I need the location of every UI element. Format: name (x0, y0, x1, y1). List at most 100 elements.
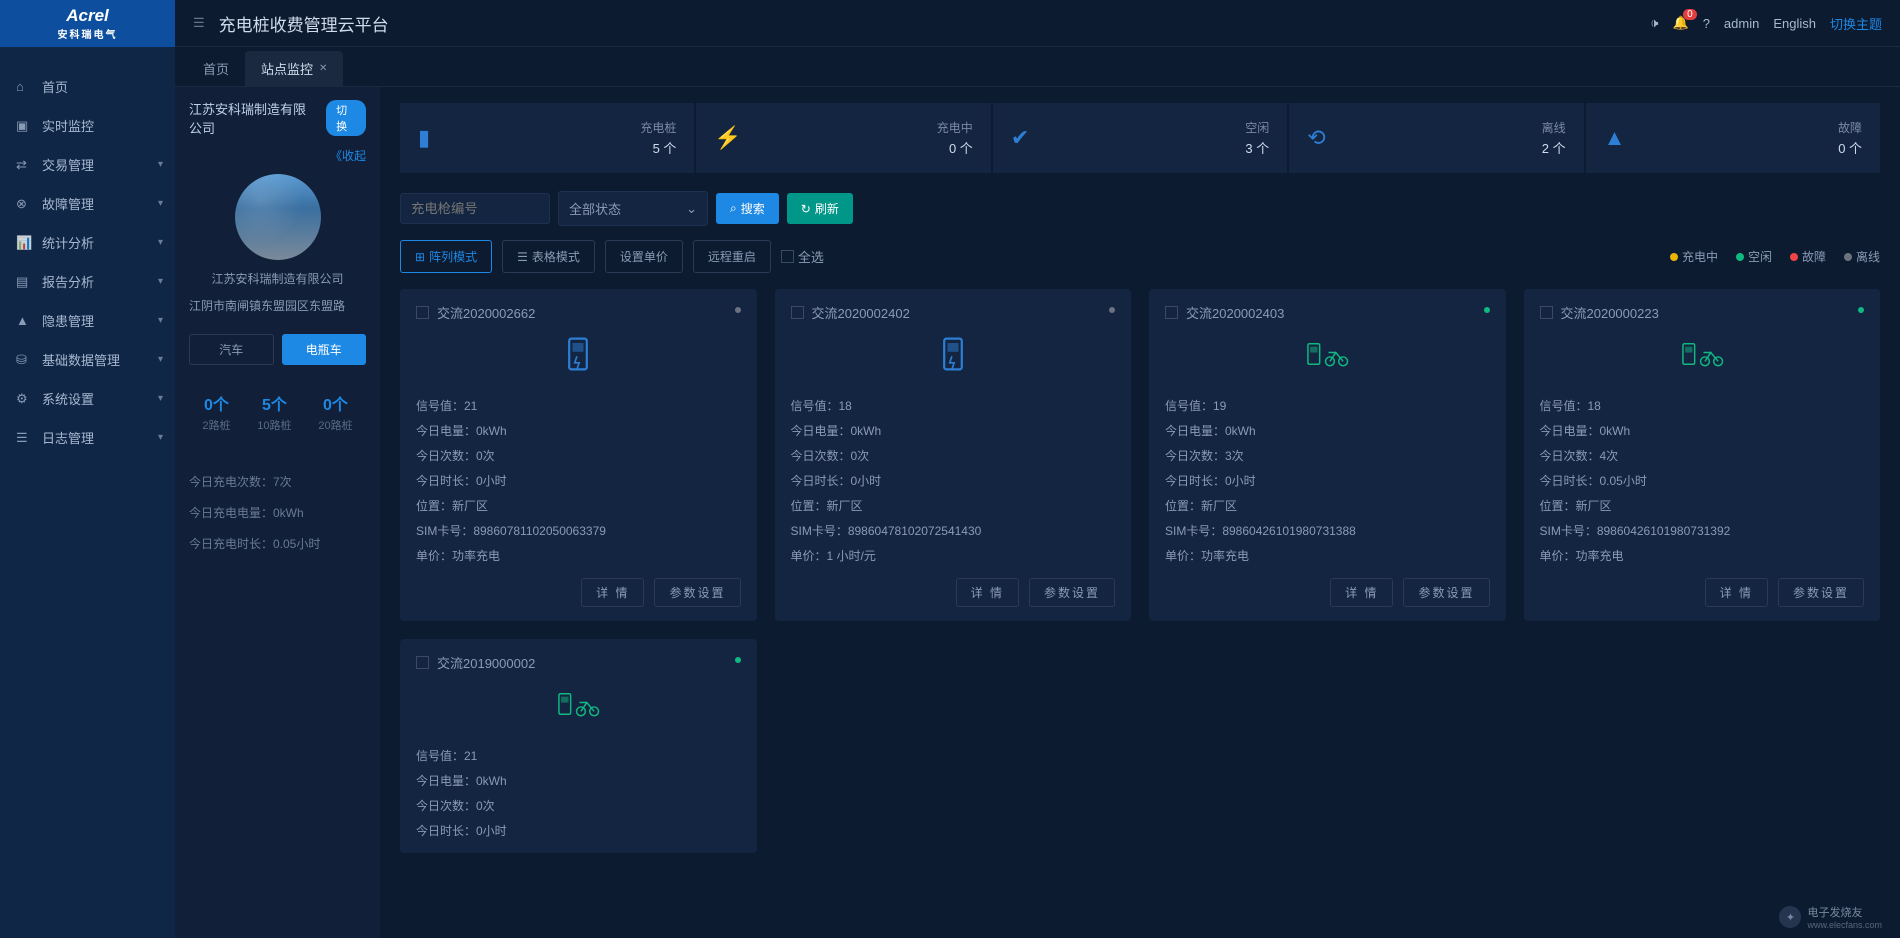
company-image (235, 174, 321, 260)
page-tabs: 首页 站点监控 ✕ (175, 47, 1900, 87)
param-button[interactable]: 参数设置 (1403, 578, 1489, 607)
sub-company-name: 江苏安科瑞制造有限公司 (189, 270, 366, 287)
table-mode-button[interactable]: ☰ 表格模式 (502, 240, 595, 273)
device-checkbox[interactable] (1165, 306, 1178, 319)
log-icon: ☰ (16, 430, 32, 446)
chevron-down-icon: ▾ (158, 432, 163, 443)
device-info: 信号值：19今日电量：0kWh今日次数：3次今日时长：0小时位置：新厂区SIM卡… (1165, 397, 1490, 564)
collapse-panel-button[interactable]: 《收起 (189, 147, 366, 164)
param-button[interactable]: 参数设置 (1778, 578, 1864, 607)
switch-company-button[interactable]: 切换 (326, 100, 366, 136)
stat-card-alert: ▲ 故障0 个 (1586, 103, 1880, 173)
device-info: 信号值：21今日电量：0kWh今日次数：0次今日时长：0小时位置：新厂区SIM卡… (416, 397, 741, 564)
chevron-down-icon: ⌄ (686, 201, 697, 217)
route-stat: 5个10路桩 (257, 391, 291, 433)
nav-settings[interactable]: ⚙ 系统设置 ▾ (0, 379, 175, 418)
device-icon (416, 332, 741, 379)
device-info: 信号值：18今日电量：0kWh今日次数：0次今日时长：0小时位置：新厂区SIM卡… (791, 397, 1116, 564)
device-icon (416, 682, 741, 729)
check-icon: ✔ (1011, 125, 1029, 151)
device-card: 交流2020002402 信号值：18今日电量：0kWh今日次数：0次今日时长：… (775, 289, 1132, 621)
vehicle-tab[interactable]: 电瓶车 (282, 334, 367, 365)
chevron-down-icon: ▾ (158, 393, 163, 404)
route-stat: 0个20路桩 (318, 391, 352, 433)
chevron-down-icon: ▾ (158, 276, 163, 287)
nav-log[interactable]: ☰ 日志管理 ▾ (0, 418, 175, 457)
help-icon[interactable]: ? (1703, 16, 1710, 31)
param-button[interactable]: 参数设置 (654, 578, 740, 607)
topbar: ☰ 充电桩收费管理云平台 🕩 🔔 0 ? admin English 切换主题 (175, 0, 1900, 47)
menu-toggle-icon[interactable]: ☰ (193, 15, 205, 31)
stat-card-check: ✔ 空闲3 个 (993, 103, 1287, 173)
refresh-button[interactable]: ↻ 刷新 (787, 193, 853, 224)
detail-button[interactable]: 详 情 (1705, 578, 1768, 607)
device-checkbox[interactable] (416, 306, 429, 319)
today-stat: 今日充电次数：7次 (189, 473, 366, 490)
device-checkbox[interactable] (791, 306, 804, 319)
nav-exchange[interactable]: ⇄ 交易管理 ▾ (0, 145, 175, 184)
company-name: 江苏安科瑞制造有限公司 (189, 99, 318, 137)
detail-button[interactable]: 详 情 (956, 578, 1019, 607)
detail-button[interactable]: 详 情 (581, 578, 644, 607)
refresh-icon: ↻ (801, 202, 811, 216)
home-icon: ⌂ (16, 79, 32, 94)
grid-mode-button[interactable]: ⊞ 阵列模式 (400, 240, 492, 273)
nav-chart[interactable]: 📊 统计分析 ▾ (0, 223, 175, 262)
charger-id-input[interactable] (400, 193, 550, 224)
device-name: 交流2020002402 (812, 303, 910, 322)
close-icon[interactable]: ✕ (319, 63, 327, 74)
status-dot (1484, 307, 1490, 313)
device-name: 交流2019000002 (437, 653, 535, 672)
offline-icon: ⟲ (1307, 125, 1325, 151)
company-address: 江阴市南闸镇东盟园区东盟路 (189, 297, 366, 314)
device-name: 交流2020002403 (1186, 303, 1284, 322)
device-card: 交流2020002662 信号值：21今日电量：0kWh今日次数：0次今日时长：… (400, 289, 757, 621)
chevron-down-icon: ▾ (158, 159, 163, 170)
nav-data[interactable]: ⛁ 基础数据管理 ▾ (0, 340, 175, 379)
list-icon: ☰ (517, 250, 528, 264)
chevron-down-icon: ▾ (158, 237, 163, 248)
device-icon (1540, 332, 1865, 379)
status-dot (735, 657, 741, 663)
nav-menu: ⌂ 首页 ▣ 实时监控 ⇄ 交易管理 ▾ ⊗ 故障管理 ▾ 📊 统计分析 ▾ ▤… (0, 47, 175, 938)
chevron-down-icon: ▾ (158, 198, 163, 209)
tab-首页[interactable]: 首页 (187, 51, 245, 86)
lang-switch[interactable]: English (1773, 16, 1816, 31)
nav-warning[interactable]: ▲ 隐患管理 ▾ (0, 301, 175, 340)
nav-home[interactable]: ⌂ 首页 (0, 67, 175, 106)
device-card: 交流2020002403 信号值：19今日电量：0kWh今日次数：3次今日时长：… (1149, 289, 1506, 621)
stat-card-bolt: ⚡ 充电中0 个 (696, 103, 990, 173)
report-icon: ▤ (16, 274, 32, 290)
status-select[interactable]: 全部状态 ⌄ (558, 191, 708, 226)
search-button[interactable]: ⌕ 搜索 (716, 193, 779, 224)
exchange-icon: ⇄ (16, 157, 32, 173)
watermark: ✦ 电子发烧友 www.elecfans.com (1779, 904, 1882, 930)
device-checkbox[interactable] (416, 656, 429, 669)
today-stat: 今日充电时长：0.05小时 (189, 535, 366, 552)
grid-icon: ⊞ (415, 250, 425, 264)
device-info: 信号值：21今日电量：0kWh今日次数：0次今日时长：0小时 (416, 747, 741, 839)
tab-站点监控[interactable]: 站点监控 ✕ (245, 51, 343, 86)
param-button[interactable]: 参数设置 (1029, 578, 1115, 607)
vehicle-tab[interactable]: 汽车 (189, 334, 274, 365)
nav-monitor[interactable]: ▣ 实时监控 (0, 106, 175, 145)
theme-switch[interactable]: 切换主题 (1830, 14, 1882, 33)
status-dot (1109, 307, 1115, 313)
chevron-down-icon: ▾ (158, 315, 163, 326)
sound-icon[interactable]: 🕩 (1650, 15, 1658, 31)
device-card: 交流2019000002 信号值：21今日电量：0kWh今日次数：0次今日时长：… (400, 639, 757, 853)
notification-bell[interactable]: 🔔 0 (1673, 15, 1689, 31)
device-name: 交流2020000223 (1561, 303, 1659, 322)
detail-button[interactable]: 详 情 (1330, 578, 1393, 607)
remote-restart-button[interactable]: 远程重启 (693, 240, 771, 273)
sidebar: Acrel 安科瑞电气 ⌂ 首页 ▣ 实时监控 ⇄ 交易管理 ▾ ⊗ 故障管理 … (0, 0, 175, 938)
status-dot (1858, 307, 1864, 313)
status-legend: 充电中 空闲 故障 离线 (1670, 248, 1880, 265)
nav-report[interactable]: ▤ 报告分析 ▾ (0, 262, 175, 301)
user-name[interactable]: admin (1724, 16, 1759, 31)
select-all-checkbox[interactable]: 全选 (781, 247, 824, 266)
nav-fault[interactable]: ⊗ 故障管理 ▾ (0, 184, 175, 223)
set-price-button[interactable]: 设置单价 (605, 240, 683, 273)
alert-icon: ▲ (1604, 125, 1626, 151)
device-checkbox[interactable] (1540, 306, 1553, 319)
